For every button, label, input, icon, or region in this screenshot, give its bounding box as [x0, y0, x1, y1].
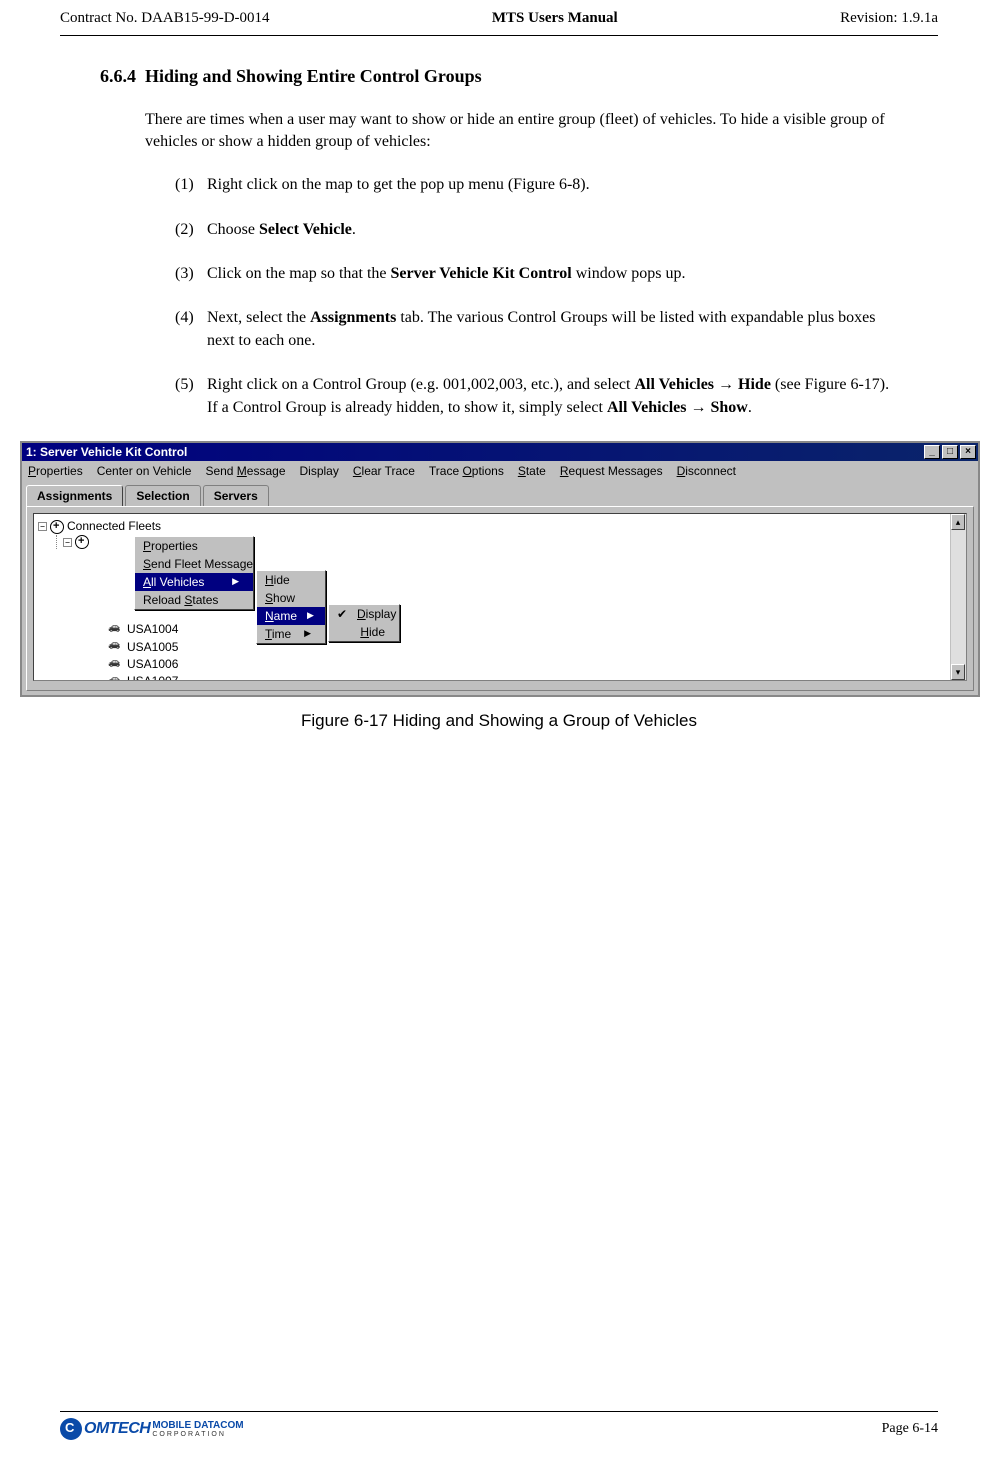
context-menu-name: ✔Display Hide [328, 604, 400, 642]
collapse-icon[interactable]: − [38, 522, 47, 531]
section-heading: 6.6.4 Hiding and Showing Entire Control … [100, 66, 938, 87]
ctx-name[interactable]: Name▶ [257, 607, 325, 625]
window-title-bar[interactable]: 1: Server Vehicle Kit Control _ □ × [22, 443, 978, 461]
ctx-hide[interactable]: Hide [257, 571, 325, 589]
menu-center-on-vehicle[interactable]: Center on Vehicle [97, 464, 192, 478]
ctx-hide-name[interactable]: Hide [329, 623, 399, 641]
tree-vehicle-item[interactable]: USA1007 [108, 673, 966, 680]
logo-text-omtech: OMTECH [84, 1420, 150, 1438]
maximize-button[interactable]: □ [942, 445, 958, 459]
submenu-arrow-icon: ▶ [232, 576, 239, 587]
submenu-arrow-icon: ▶ [304, 628, 311, 639]
server-vehicle-kit-window: 1: Server Vehicle Kit Control _ □ × Prop… [20, 441, 980, 697]
menu-send-message[interactable]: Send Message [205, 464, 285, 478]
tree-root-node[interactable]: − Connected Fleets [38, 518, 966, 535]
header-left: Contract No. DAAB15-99-D-0014 [60, 10, 270, 27]
company-logo: OMTECH MOBILE DATACOM CORPORATION [60, 1418, 244, 1440]
figure-6-17: 1: Server Vehicle Kit Control _ □ × Prop… [60, 441, 938, 731]
steps-list: (1) Right click on the map to get the po… [175, 174, 898, 419]
car-icon [108, 625, 124, 635]
step-5: (5) Right click on a Control Group (e.g.… [175, 374, 898, 419]
menu-trace-options[interactable]: Trace Options [429, 464, 504, 478]
tree-vehicle-item[interactable]: USA1004 [108, 621, 966, 638]
menu-display[interactable]: Display [300, 464, 339, 478]
logo-text-corporation: CORPORATION [152, 1431, 243, 1438]
tab-content: − Connected Fleets − USA1004 USA [26, 506, 974, 691]
menu-request-messages[interactable]: Request Messages [560, 464, 663, 478]
menu-state[interactable]: State [518, 464, 546, 478]
vertical-scrollbar[interactable]: ▴ ▾ [950, 514, 966, 680]
menu-disconnect[interactable]: Disconnect [677, 464, 736, 478]
tree-vehicle-item[interactable]: USA1005 [108, 639, 966, 656]
submenu-arrow-icon: ▶ [307, 610, 314, 621]
tab-servers[interactable]: Servers [203, 485, 269, 506]
car-icon [108, 660, 124, 670]
scroll-up-button[interactable]: ▴ [951, 514, 965, 530]
step-3: (3) Click on the map so that the Server … [175, 263, 898, 285]
context-menu-fleet: Properties Send Fleet Message All Vehicl… [134, 536, 254, 610]
car-icon [108, 677, 124, 681]
logo-text-mobile-datacom: MOBILE DATACOM [152, 1421, 243, 1431]
ctx-properties[interactable]: Properties [135, 537, 253, 555]
intro-paragraph: There are times when a user may want to … [145, 109, 898, 152]
header-right: Revision: 1.9.1a [840, 10, 938, 27]
step-2: (2) Choose Select Vehicle. [175, 219, 898, 241]
tree-vehicle-item[interactable]: USA1006 [108, 656, 966, 673]
ctx-display[interactable]: ✔Display [329, 605, 399, 623]
window-title: 1: Server Vehicle Kit Control [26, 445, 187, 459]
figure-caption: Figure 6-17 Hiding and Showing a Group o… [60, 711, 938, 731]
tab-selection[interactable]: Selection [125, 485, 200, 506]
minimize-button[interactable]: _ [924, 445, 940, 459]
ctx-all-vehicles[interactable]: All Vehicles▶ [135, 573, 253, 591]
ctx-time[interactable]: Time▶ [257, 625, 325, 643]
tree-view[interactable]: − Connected Fleets − USA1004 USA [33, 513, 967, 681]
context-menu-all-vehicles: Hide Show Name▶ Time▶ [256, 570, 326, 644]
check-icon: ✔ [337, 607, 347, 621]
menu-clear-trace[interactable]: Clear Trace [353, 464, 415, 478]
close-button[interactable]: × [960, 445, 976, 459]
step-4: (4) Next, select the Assignments tab. Th… [175, 307, 898, 352]
scroll-down-button[interactable]: ▾ [951, 664, 965, 680]
ctx-reload-states[interactable]: Reload States [135, 591, 253, 609]
step-1: (1) Right click on the map to get the po… [175, 174, 898, 196]
collapse-icon[interactable]: − [63, 538, 72, 547]
menu-bar: Properties Center on Vehicle Send Messag… [22, 461, 978, 481]
footer-rule [60, 1411, 938, 1412]
menu-properties[interactable]: Properties [28, 464, 83, 478]
globe-icon [50, 520, 64, 534]
logo-circle-icon [60, 1418, 82, 1440]
car-icon [108, 642, 124, 652]
page-footer: OMTECH MOBILE DATACOM CORPORATION Page 6… [60, 1411, 938, 1440]
globe-icon [75, 535, 89, 549]
ctx-show[interactable]: Show [257, 589, 325, 607]
tab-assignments[interactable]: Assignments [26, 485, 123, 506]
ctx-send-fleet-message[interactable]: Send Fleet Message [135, 555, 253, 573]
tabs-row: Assignments Selection Servers [22, 481, 978, 506]
header-center: MTS Users Manual [492, 10, 618, 27]
page-header: Contract No. DAAB15-99-D-0014 MTS Users … [0, 0, 998, 35]
page-number: Page 6-14 [882, 1421, 938, 1437]
